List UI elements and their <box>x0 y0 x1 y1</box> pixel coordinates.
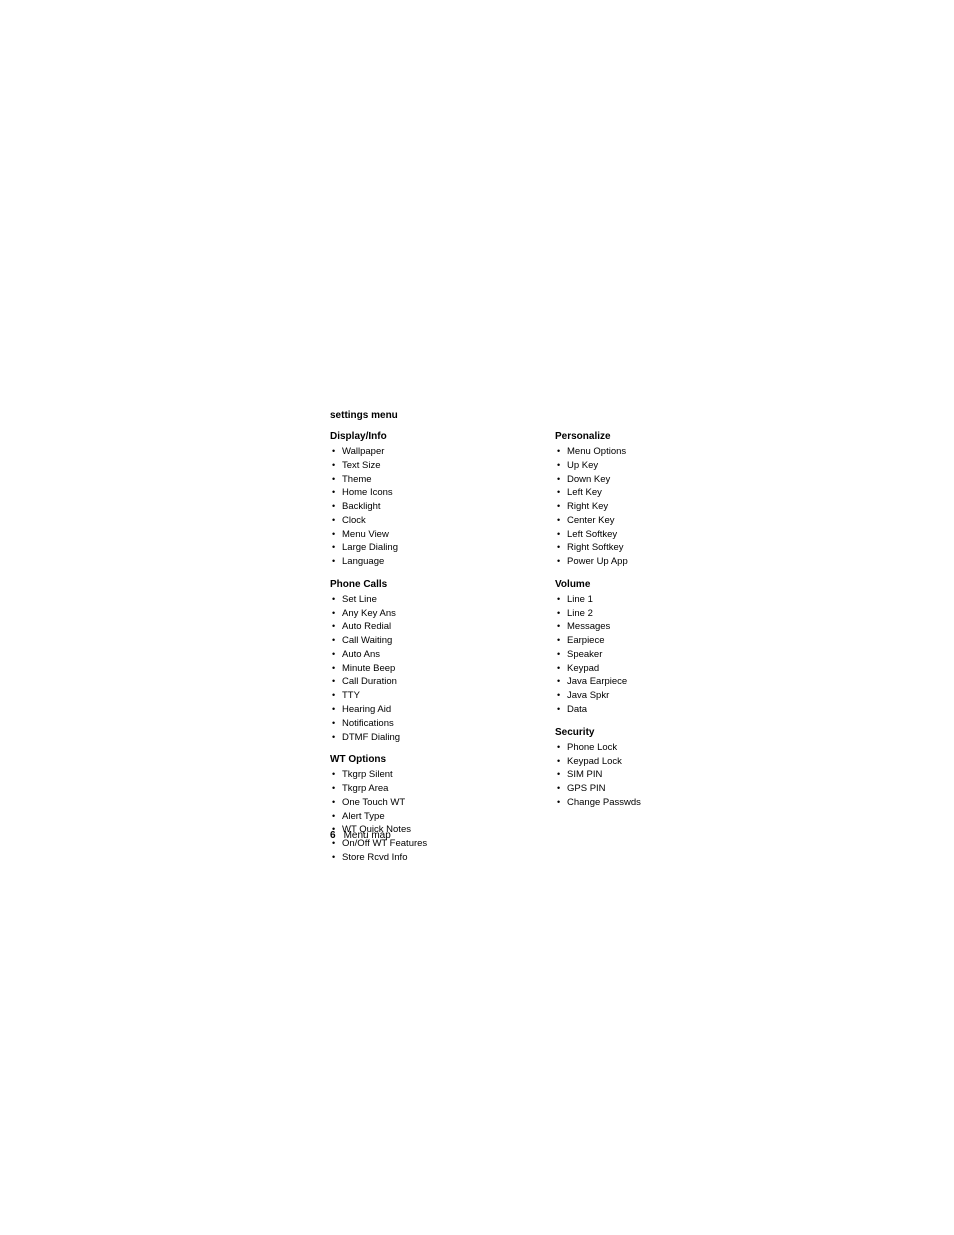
list-item: Power Up App <box>555 555 750 569</box>
list-item: Down Key <box>555 473 750 487</box>
list-item: Keypad <box>555 662 750 676</box>
list-item: Line 1 <box>555 593 750 607</box>
display-info-list: Wallpaper Text Size Theme Home Icons Bac… <box>330 445 525 569</box>
list-item: Menu Options <box>555 445 750 459</box>
settings-title: settings menu <box>330 410 750 421</box>
list-item: Any Key Ans <box>330 607 525 621</box>
list-item: SIM PIN <box>555 768 750 782</box>
footer: 6 Menu map <box>330 830 391 841</box>
phone-calls-title: Phone Calls <box>330 579 525 590</box>
list-item: Auto Ans <box>330 648 525 662</box>
list-item: Change Passwds <box>555 796 750 810</box>
list-item: Phone Lock <box>555 741 750 755</box>
security-title: Security <box>555 727 750 738</box>
list-item: Call Waiting <box>330 634 525 648</box>
list-item: Right Softkey <box>555 541 750 555</box>
list-item: Tkgrp Silent <box>330 768 525 782</box>
page: settings menu Display/Info Wallpaper Tex… <box>0 0 954 1235</box>
list-item: Line 2 <box>555 607 750 621</box>
security-list: Phone Lock Keypad Lock SIM PIN GPS PIN C… <box>555 741 750 810</box>
list-item: Alert Type <box>330 810 525 824</box>
list-item: Java Spkr <box>555 689 750 703</box>
list-item: Menu View <box>330 528 525 542</box>
list-item: Up Key <box>555 459 750 473</box>
list-item: Left Key <box>555 486 750 500</box>
personalize-title: Personalize <box>555 431 750 442</box>
right-column: Personalize Menu Options Up Key Down Key… <box>555 431 750 810</box>
display-info-title: Display/Info <box>330 431 525 442</box>
list-item: Backlight <box>330 500 525 514</box>
list-item: Minute Beep <box>330 662 525 676</box>
list-item: Auto Redial <box>330 620 525 634</box>
list-item: GPS PIN <box>555 782 750 796</box>
list-item: Right Key <box>555 500 750 514</box>
list-item: Large Dialing <box>330 541 525 555</box>
personalize-list: Menu Options Up Key Down Key Left Key Ri… <box>555 445 750 569</box>
left-column: Display/Info Wallpaper Text Size Theme H… <box>330 431 525 865</box>
list-item: Wallpaper <box>330 445 525 459</box>
list-item: Tkgrp Area <box>330 782 525 796</box>
list-item: Text Size <box>330 459 525 473</box>
list-item: Messages <box>555 620 750 634</box>
list-item: Theme <box>330 473 525 487</box>
list-item: Clock <box>330 514 525 528</box>
list-item: Home Icons <box>330 486 525 500</box>
list-item: Speaker <box>555 648 750 662</box>
list-item: Language <box>330 555 525 569</box>
content-area: settings menu Display/Info Wallpaper Tex… <box>330 410 750 865</box>
list-item: Call Duration <box>330 675 525 689</box>
list-item: Store Rcvd Info <box>330 851 525 865</box>
list-item: Left Softkey <box>555 528 750 542</box>
wt-options-title: WT Options <box>330 754 525 765</box>
list-item: Java Earpiece <box>555 675 750 689</box>
list-item: One Touch WT <box>330 796 525 810</box>
list-item: Keypad Lock <box>555 755 750 769</box>
list-item: Earpiece <box>555 634 750 648</box>
list-item: Center Key <box>555 514 750 528</box>
list-item: Notifications <box>330 717 525 731</box>
volume-list: Line 1 Line 2 Messages Earpiece Speaker … <box>555 593 750 717</box>
page-number: 6 <box>330 830 336 841</box>
wt-options-list: Tkgrp Silent Tkgrp Area One Touch WT Ale… <box>330 768 525 864</box>
volume-title: Volume <box>555 579 750 590</box>
list-item: Set Line <box>330 593 525 607</box>
list-item: Hearing Aid <box>330 703 525 717</box>
list-item: DTMF Dialing <box>330 731 525 745</box>
phone-calls-list: Set Line Any Key Ans Auto Redial Call Wa… <box>330 593 525 744</box>
list-item: Data <box>555 703 750 717</box>
list-item: TTY <box>330 689 525 703</box>
footer-label: Menu map <box>344 830 391 841</box>
columns: Display/Info Wallpaper Text Size Theme H… <box>330 431 750 865</box>
